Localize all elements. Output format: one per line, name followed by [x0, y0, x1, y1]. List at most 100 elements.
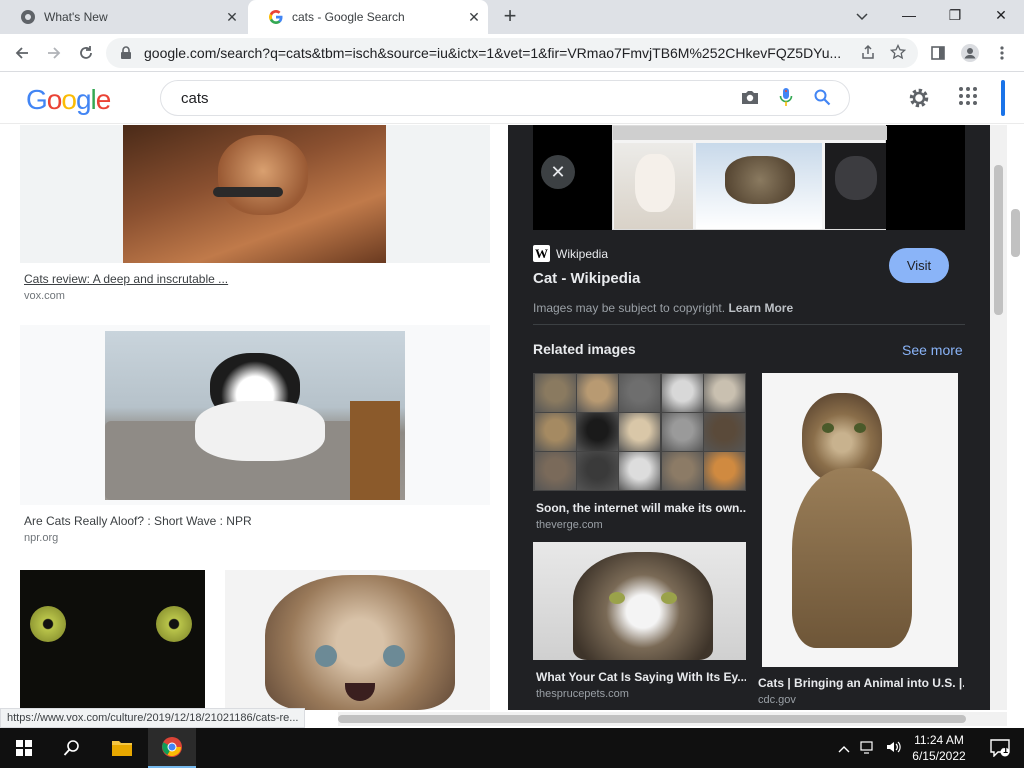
network-icon[interactable] — [860, 740, 876, 757]
tab-cats-search[interactable]: cats - Google Search ✕ — [248, 0, 488, 34]
volume-icon[interactable] — [886, 740, 902, 757]
result-source[interactable]: npr.org — [24, 532, 58, 544]
forward-icon[interactable] — [40, 39, 68, 67]
chrome-taskbar-icon[interactable] — [148, 728, 196, 768]
share-icon[interactable] — [860, 44, 876, 63]
related-caption[interactable]: Cats | Bringing an Animal into U.S. |... — [758, 676, 964, 690]
cat-thumbnail — [577, 413, 619, 451]
tab-title: cats - Google Search — [292, 10, 405, 24]
gear-icon[interactable] — [906, 85, 932, 111]
notification-icon[interactable]: 1 — [978, 728, 1022, 768]
scrollbar-thumb[interactable] — [338, 715, 966, 723]
profile-avatar-icon[interactable] — [956, 39, 984, 67]
chevron-up-icon[interactable] — [838, 741, 850, 756]
cat-thumbnail — [619, 374, 661, 412]
result-title[interactable]: Are Cats Really Aloof? : Short Wave : NP… — [24, 514, 252, 528]
url-text: google.com/search?q=cats&tbm=isch&source… — [144, 45, 842, 61]
scrollbar-thumb[interactable] — [1011, 209, 1020, 257]
system-clock[interactable]: 11:24 AM 6/15/2022 — [908, 732, 970, 764]
google-header: Google — [0, 72, 1024, 124]
more-menu-icon[interactable] — [988, 39, 1016, 67]
related-caption[interactable]: What Your Cat Is Saying With Its Ey... — [536, 670, 746, 684]
wikipedia-icon: W — [533, 245, 550, 262]
bookmark-star-icon[interactable] — [889, 43, 907, 63]
preview-image[interactable] — [612, 125, 887, 230]
cat-thumbnail — [535, 374, 576, 412]
cat-eye-image — [30, 606, 66, 642]
cat-thumbnail — [703, 452, 745, 490]
logo-letter: G — [26, 84, 48, 115]
preview-panel: ✕ W Wikipedia Cat - Wikipedia Visit Imag… — [508, 125, 990, 710]
panel-scrollbar[interactable] — [990, 125, 1007, 710]
google-logo[interactable]: Google — [26, 84, 112, 116]
notification-count: 1 — [1003, 745, 1009, 755]
status-url: https://www.vox.com/culture/2019/12/18/2… — [0, 708, 306, 728]
kitten-image — [265, 575, 455, 710]
cat-thumbnail — [703, 374, 745, 412]
result-image-card[interactable] — [20, 125, 490, 263]
logo-letter: e — [95, 84, 112, 115]
file-explorer-icon[interactable] — [98, 728, 146, 768]
account-indicator[interactable] — [1001, 80, 1005, 116]
visit-button[interactable]: Visit — [889, 248, 949, 283]
camera-icon[interactable] — [741, 89, 759, 108]
result-title[interactable]: Cats review: A deep and inscrutable ... — [24, 272, 228, 286]
horizontal-scrollbar[interactable] — [338, 712, 1007, 726]
close-icon[interactable]: ✕ — [460, 9, 488, 26]
lock-icon[interactable] — [120, 46, 134, 60]
close-panel-button[interactable]: ✕ — [541, 155, 575, 189]
divider — [533, 324, 965, 325]
close-icon[interactable]: ✕ — [218, 9, 246, 26]
search-icon[interactable] — [813, 88, 831, 109]
search-input[interactable] — [181, 89, 741, 107]
back-icon[interactable] — [8, 39, 36, 67]
learn-more-link[interactable]: Learn More — [728, 301, 793, 315]
clock-time: 11:24 AM — [914, 733, 964, 747]
side-panel-icon[interactable] — [924, 39, 952, 67]
windows-start-icon[interactable] — [0, 728, 48, 768]
see-more-link[interactable]: See more — [902, 342, 963, 358]
taskbar: 11:24 AM 6/15/2022 1 — [0, 728, 1024, 768]
source-site[interactable]: W Wikipedia — [533, 245, 608, 262]
copyright-notice: Images may be subject to copyright. Lear… — [533, 301, 793, 315]
cat-image[interactable] — [123, 125, 386, 263]
tab-title: What's New — [44, 10, 108, 24]
related-source[interactable]: theverge.com — [536, 519, 603, 531]
cat-thumbnail — [535, 413, 576, 451]
page-scrollbar[interactable] — [1007, 125, 1024, 710]
new-tab-button[interactable]: + — [496, 3, 524, 31]
search-box[interactable] — [160, 80, 850, 116]
cat-thumbnail — [577, 452, 619, 490]
chevron-down-icon[interactable] — [848, 5, 876, 29]
related-source[interactable]: cdc.gov — [758, 694, 796, 706]
browser-toolbar: google.com/search?q=cats&tbm=isch&source… — [0, 34, 1024, 72]
related-image[interactable] — [533, 542, 746, 660]
result-image-card[interactable] — [20, 325, 490, 505]
microphone-icon[interactable] — [779, 87, 793, 110]
logo-letter: o — [46, 84, 63, 115]
copyright-text: Images may be subject to copyright. — [533, 301, 726, 315]
result-image-card[interactable] — [20, 570, 205, 710]
related-heading: Related images — [533, 341, 636, 357]
cat-image[interactable] — [105, 331, 405, 500]
cat-thumbnail — [703, 413, 745, 451]
tab-whats-new[interactable]: What's New ✕ — [0, 0, 246, 34]
cat-thumbnail — [619, 413, 661, 451]
result-source[interactable]: vox.com — [24, 290, 65, 302]
related-image[interactable] — [533, 373, 746, 491]
reload-icon[interactable] — [72, 39, 100, 67]
restore-icon[interactable]: ❐ — [932, 0, 978, 30]
site-name: Wikipedia — [556, 246, 609, 261]
result-image-card[interactable] — [225, 570, 490, 710]
related-source[interactable]: thesprucepets.com — [536, 688, 629, 700]
apps-grid-icon[interactable] — [958, 86, 982, 110]
address-bar[interactable]: google.com/search?q=cats&tbm=isch&source… — [106, 38, 918, 68]
cat-thumbnail — [535, 452, 576, 490]
related-image[interactable] — [762, 373, 958, 667]
search-icon[interactable] — [48, 728, 96, 768]
scrollbar-thumb[interactable] — [994, 165, 1003, 315]
minimize-icon[interactable]: — — [886, 0, 932, 30]
related-caption[interactable]: Soon, the internet will make its own... — [536, 501, 746, 515]
panel-title[interactable]: Cat - Wikipedia — [533, 270, 640, 287]
close-window-icon[interactable]: ✕ — [978, 0, 1024, 30]
